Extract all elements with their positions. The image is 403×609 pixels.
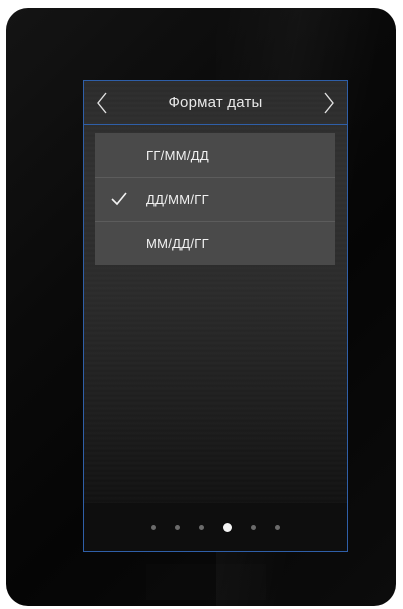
date-format-option-label: ДД/ММ/ГГ	[146, 192, 209, 207]
bezel-mark	[146, 564, 266, 600]
page-title: Формат даты	[168, 94, 263, 111]
date-format-option-yy-mm-dd[interactable]: ГГ/ММ/ДД	[95, 133, 335, 177]
screen-header: Формат даты	[84, 81, 347, 125]
page-dot-2[interactable]	[175, 524, 180, 530]
page-dot-6[interactable]	[275, 524, 280, 530]
date-format-option-mm-dd-yy[interactable]: ММ/ДД/ГГ	[95, 221, 335, 265]
next-button[interactable]	[311, 81, 347, 125]
device-frame: Формат даты ГГ/ММ/ДД ДД/ММ/ГГ ММ/ДД/ГГ	[6, 8, 396, 606]
checkmark-icon	[111, 192, 127, 206]
date-format-list: ГГ/ММ/ДД ДД/ММ/ГГ ММ/ДД/ГГ	[95, 133, 335, 265]
page-dot-3[interactable]	[199, 524, 204, 530]
chevron-right-icon	[324, 92, 334, 113]
date-format-option-label: ММ/ДД/ГГ	[146, 236, 209, 251]
page-dot-5[interactable]	[251, 524, 256, 530]
previous-button[interactable]	[84, 81, 120, 125]
page-dot-1[interactable]	[151, 524, 156, 530]
chevron-left-icon	[97, 92, 107, 113]
page-dot-4-active[interactable]	[223, 522, 232, 532]
date-format-option-dd-mm-yy[interactable]: ДД/ММ/ГГ	[95, 177, 335, 221]
page-indicator	[84, 503, 347, 551]
touch-screen: Формат даты ГГ/ММ/ДД ДД/ММ/ГГ ММ/ДД/ГГ	[83, 80, 348, 552]
date-format-option-label: ГГ/ММ/ДД	[146, 147, 209, 163]
